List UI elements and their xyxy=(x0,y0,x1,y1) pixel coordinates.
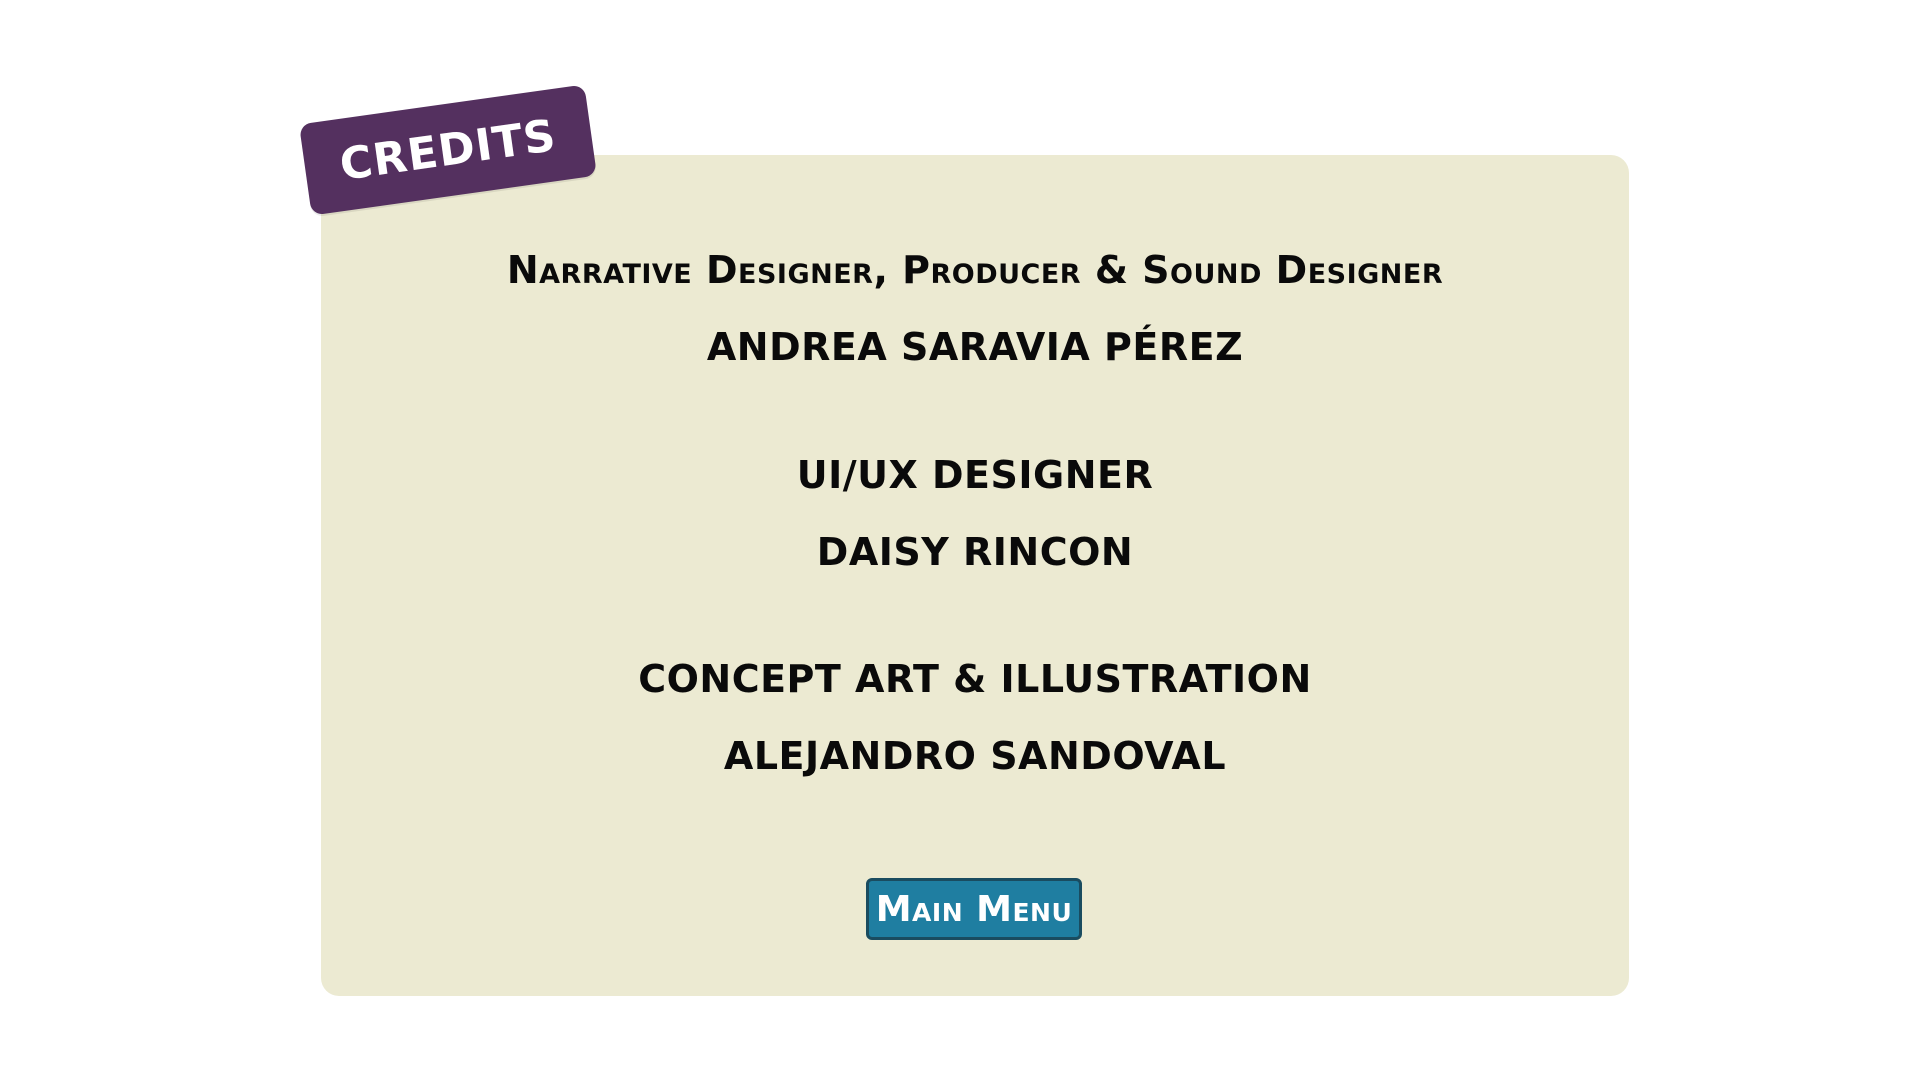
credit-role-ui-ux-designer: UI/UX DESIGNER xyxy=(796,453,1154,497)
credits-screen: CREDITS Narrative Designer, Producer & S… xyxy=(0,0,1920,1080)
credits-title: CREDITS xyxy=(336,109,560,191)
credit-name-daisy-rincon: DAISY RINCON xyxy=(816,530,1134,574)
credit-name-alejandro-sandoval: ALEJANDRO SANDOVAL xyxy=(723,734,1227,778)
credit-role-concept-art-illustration: CONCEPT ART & ILLUSTRATION xyxy=(638,657,1312,701)
credit-role-narrative-producer-sound: Narrative Designer, Producer & Sound Des… xyxy=(506,248,1444,292)
main-menu-button[interactable]: Main Menu xyxy=(866,878,1082,940)
main-menu-button-label: Main Menu xyxy=(875,888,1073,930)
credit-name-andrea-saravia-perez: ANDREA SARAVIA PÉREZ xyxy=(706,325,1244,369)
